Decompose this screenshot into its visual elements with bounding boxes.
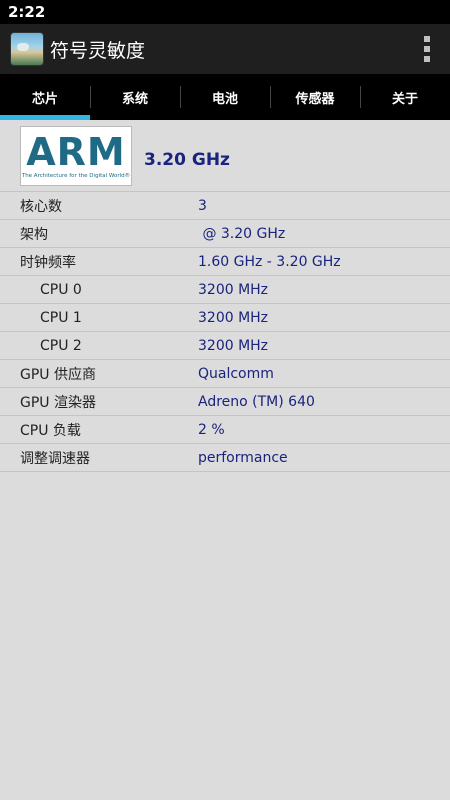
soc-header: ARM The Architecture for the Digital Wor…	[0, 120, 450, 192]
tab-label: 电池	[211, 91, 238, 107]
info-row-gpu-vendor: GPU 供应商 Qualcomm	[0, 360, 450, 388]
row-label: 调整调速器	[20, 450, 90, 467]
tab-bar: 芯片 系统 电池 传感器 关于	[0, 74, 450, 120]
tab-sensors[interactable]: 传感器	[270, 74, 360, 120]
max-frequency: 3.20 GHz	[144, 149, 230, 170]
arm-logo: ARM The Architecture for the Digital Wor…	[20, 125, 132, 186]
row-value: 1.60 GHz - 3.20 GHz	[198, 253, 341, 270]
row-value: Qualcomm	[198, 365, 274, 382]
row-label: 时钟频率	[20, 254, 76, 271]
info-row-cpu2: CPU 2 3200 MHz	[0, 332, 450, 360]
row-value: performance	[198, 449, 288, 466]
app-bar: 符号灵敏度	[0, 24, 450, 74]
row-value: 3200 MHz	[198, 337, 269, 354]
info-row-clock: 时钟频率 1.60 GHz - 3.20 GHz	[0, 248, 450, 276]
tab-system[interactable]: 系统	[90, 74, 180, 120]
info-row-cores: 核心数 3	[0, 192, 450, 220]
row-label: 核心数	[20, 198, 62, 215]
info-row-governor: 调整调速器 performance	[0, 444, 450, 472]
info-row-cpu1: CPU 1 3200 MHz	[0, 304, 450, 332]
tab-battery[interactable]: 电池	[180, 74, 270, 120]
tab-label: 关于	[391, 91, 418, 107]
row-value: 3200 MHz	[198, 281, 269, 298]
row-label: GPU 渲染器	[20, 394, 96, 411]
info-row-gpu-renderer: GPU 渲染器 Adreno (TM) 640	[0, 388, 450, 416]
row-value: 3	[198, 197, 207, 214]
row-label: CPU 1	[40, 309, 82, 326]
status-time: 2:22	[8, 3, 46, 21]
row-value: Adreno (TM) 640	[198, 393, 315, 410]
tab-about[interactable]: 关于	[360, 74, 450, 120]
arm-logo-text: ARM	[26, 129, 126, 174]
info-table: 核心数 3 架构 @ 3.20 GHz 时钟频率 1.60 GHz - 3.20…	[0, 192, 450, 472]
row-value: @ 3.20 GHz	[198, 225, 286, 242]
row-label: 架构	[20, 226, 48, 243]
row-label: CPU 负载	[20, 422, 81, 439]
info-row-architecture: 架构 @ 3.20 GHz	[0, 220, 450, 248]
info-row-cpu0: CPU 0 3200 MHz	[0, 276, 450, 304]
tab-chip[interactable]: 芯片	[0, 74, 90, 120]
tab-label: 传感器	[295, 91, 335, 107]
info-row-cpu-load: CPU 负载 2 %	[0, 416, 450, 444]
tab-label: 芯片	[31, 91, 58, 107]
tab-label: 系统	[121, 91, 148, 107]
status-bar: 2:22	[0, 0, 450, 24]
row-label: CPU 2	[40, 337, 82, 354]
arm-logo-tagline: The Architecture for the Digital World®	[21, 172, 131, 179]
overflow-menu-icon[interactable]	[422, 36, 432, 62]
row-label: GPU 供应商	[20, 366, 96, 383]
app-title: 符号灵敏度	[50, 39, 146, 62]
row-value: 2 %	[198, 421, 225, 438]
row-label: CPU 0	[40, 281, 82, 298]
app-icon	[10, 32, 44, 66]
row-value: 3200 MHz	[198, 309, 269, 326]
